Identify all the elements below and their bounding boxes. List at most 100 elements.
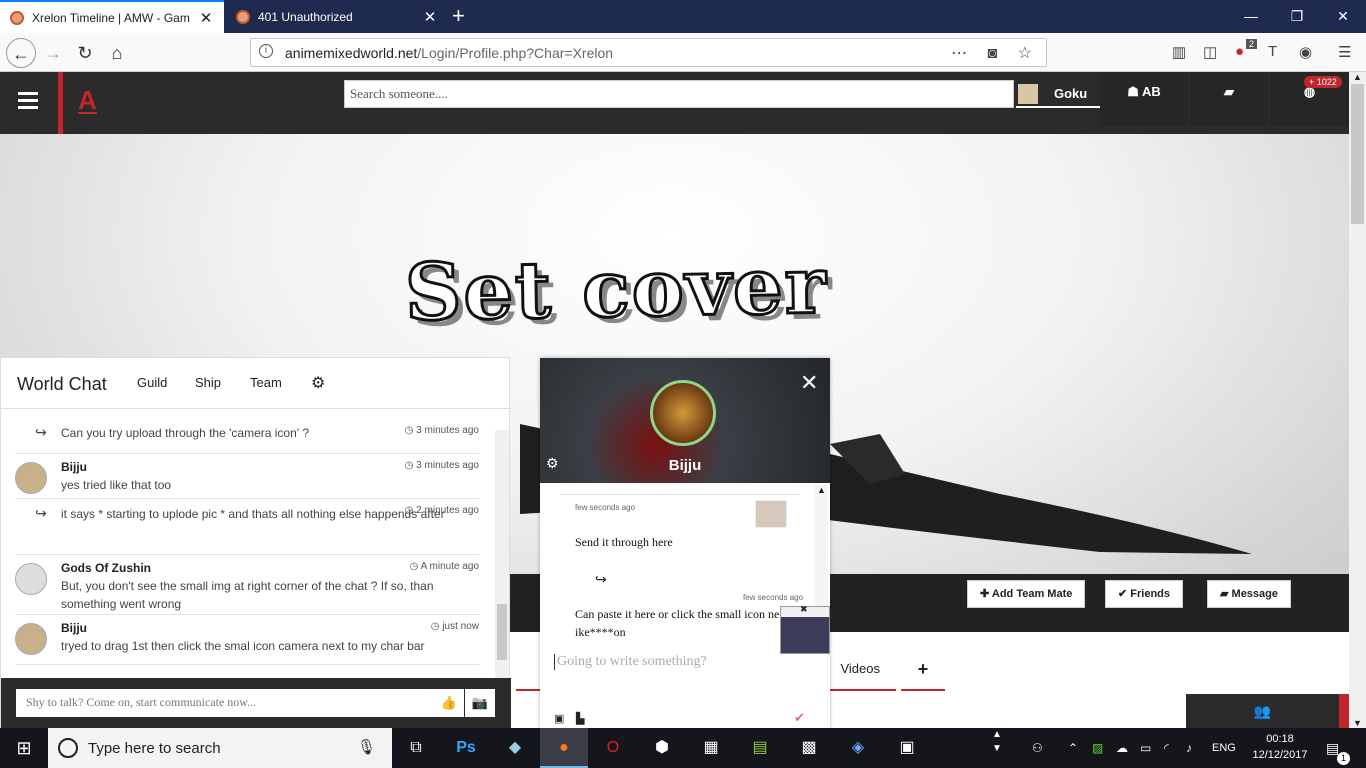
close-icon[interactable]: ✕ — [800, 370, 818, 396]
ab-button[interactable]: ☗ AB — [1100, 72, 1188, 126]
adblock-icon[interactable]: ● — [1235, 43, 1244, 60]
sender-name[interactable]: Gods Of Zushin — [61, 561, 151, 575]
send-check-icon[interactable]: ✔ — [794, 710, 805, 726]
close-tab-icon[interactable]: ✕ — [422, 8, 438, 26]
thumbs-up-icon[interactable]: 👍 — [434, 689, 464, 717]
wifi-icon[interactable]: ◜ — [1164, 728, 1169, 768]
attached-image-thumbnail[interactable]: ✖ — [780, 604, 830, 654]
avatar[interactable] — [15, 462, 47, 494]
browser-nav-bar: ← → ↻ ⌂ i animemixedworld.net/Login/Prof… — [0, 33, 1366, 72]
site-logo[interactable]: A — [78, 87, 97, 114]
scroll-up-icon[interactable]: ▲ — [1353, 72, 1362, 82]
user-search-input[interactable]: Search someone.... — [344, 80, 1014, 108]
users-icon: 👥 — [1253, 703, 1272, 719]
current-user-chip[interactable]: Goku — [1016, 80, 1100, 108]
avatar[interactable] — [15, 623, 47, 655]
app-icon[interactable]: ◆ — [491, 728, 539, 768]
close-icon[interactable]: ✖ — [800, 604, 808, 615]
calculator-icon[interactable]: ▩ — [785, 728, 833, 768]
photoshop-icon[interactable]: Ps — [442, 728, 490, 768]
chat-message-input[interactable]: Shy to talk? Come on, start communicate … — [16, 689, 436, 717]
friends-button[interactable]: ✔ Friends — [1105, 580, 1184, 608]
library-icon[interactable]: ▥ — [1172, 43, 1186, 61]
hamburger-menu-icon[interactable] — [18, 92, 38, 110]
show-hidden-icons-chevron-icon[interactable]: ⌃ — [1068, 728, 1078, 768]
reload-button[interactable]: ↻ — [70, 38, 100, 68]
back-button[interactable]: ← — [6, 38, 36, 68]
taskbar-search-box[interactable]: Type here to search 🎙 — [48, 728, 392, 768]
battery-icon[interactable]: ▭ — [1140, 728, 1151, 768]
user-name: Goku — [1054, 86, 1088, 101]
site-info-icon[interactable]: i — [259, 44, 273, 58]
scroll-up-icon[interactable]: ▲ — [817, 485, 826, 495]
popup-composer-actions: ▣ ▙ ✔ — [540, 710, 830, 728]
set-cover-title[interactable]: Set cover — [403, 239, 830, 340]
popup-message-input[interactable]: Going to write something? — [554, 654, 707, 670]
page-scrollbar[interactable]: ▲ ▼ — [1349, 72, 1366, 728]
people-icon[interactable]: ⚇ — [1032, 728, 1043, 768]
avatar[interactable] — [650, 380, 716, 446]
tab-guild[interactable]: Guild — [137, 375, 167, 390]
reply-arrow-icon: ↪ — [35, 424, 47, 440]
thumbs-up-icon[interactable]: ▙ — [576, 712, 584, 725]
language-indicator[interactable]: ENG — [1212, 728, 1236, 768]
messages-button[interactable]: ▰ — [1190, 72, 1268, 126]
taskbar-overflow-arrows[interactable]: ▲ ▼ — [992, 728, 1002, 768]
menu-icon[interactable]: ☰ — [1338, 43, 1351, 61]
chat-message-list: ↪ Can you try upload through the 'camera… — [1, 420, 495, 678]
chat-scrollbar[interactable] — [495, 430, 509, 678]
avatar[interactable] — [15, 563, 47, 595]
system-clock[interactable]: 00:18 12/12/2017 — [1250, 731, 1310, 763]
app-icon[interactable]: ▣ — [883, 728, 931, 768]
close-window-button[interactable]: ✕ — [1320, 0, 1366, 33]
page-actions[interactable]: ⋯ ◙ ☆ — [951, 43, 1040, 63]
scrollbar-thumb[interactable] — [1351, 84, 1364, 224]
app-icon[interactable]: ▤ — [736, 728, 784, 768]
close-tab-icon[interactable]: ✕ — [198, 9, 214, 27]
message-time: ◷ A minute ago — [409, 561, 479, 572]
scroll-down-icon[interactable]: ▼ — [1353, 718, 1362, 728]
firefox-icon[interactable]: ● — [540, 728, 588, 768]
tab-team[interactable]: Team — [250, 375, 282, 390]
add-tab-button[interactable]: + — [901, 647, 945, 691]
browser-tab-401-unauthorized[interactable]: 401 Unauthorized ✕ — [226, 0, 448, 33]
message-button[interactable]: ▰ Message — [1207, 580, 1292, 608]
chat-settings-gear-icon[interactable]: ⚙ — [311, 373, 325, 393]
sender-name[interactable]: Bijju — [61, 460, 87, 474]
app-icon[interactable]: ⬢ — [638, 728, 686, 768]
task-view-icon[interactable]: ⧉ — [392, 728, 440, 768]
volume-icon[interactable]: ♪ — [1186, 728, 1192, 768]
world-chat-panel: World Chat Guild Ship Team ⚙ ↪ Can you t… — [0, 357, 511, 729]
scrollbar-thumb[interactable] — [497, 604, 507, 660]
online-users-button[interactable]: 👥 — [1186, 694, 1349, 728]
popup-user-name[interactable]: Bijju — [540, 457, 830, 474]
reply-arrow-icon: ↪ — [595, 571, 607, 587]
sender-thumbnail[interactable] — [755, 500, 787, 528]
microphone-icon[interactable]: 🎙 — [357, 738, 376, 756]
app-icon[interactable]: ◈ — [834, 728, 882, 768]
text-tool-icon[interactable]: T — [1268, 43, 1277, 60]
sidebar-icon[interactable]: ◫ — [1203, 43, 1217, 61]
windows-start-icon[interactable]: ⊞ — [0, 728, 48, 768]
extension-icon[interactable]: ◉ — [1299, 43, 1312, 61]
chat-title: World Chat — [17, 374, 107, 394]
forward-button[interactable]: → — [38, 38, 68, 68]
tab-ship[interactable]: Ship — [195, 375, 221, 390]
sender-name[interactable]: Bijju — [61, 621, 87, 635]
image-icon[interactable]: ▣ — [554, 712, 564, 725]
browser-tab-xrelon-timeline[interactable]: Xrelon Timeline | AMW - Game ✕ — [0, 0, 224, 33]
new-tab-button[interactable]: + — [452, 3, 465, 29]
opera-icon[interactable]: O — [589, 728, 637, 768]
onedrive-icon[interactable]: ☁ — [1116, 728, 1128, 768]
tab-title: 401 Unauthorized — [258, 9, 353, 24]
add-team-mate-button[interactable]: ✚ Add Team Mate — [967, 580, 1086, 608]
app-icon[interactable]: ▦ — [687, 728, 735, 768]
avatar — [1018, 84, 1038, 104]
minimize-window-button[interactable]: — — [1228, 0, 1274, 33]
url-bar[interactable]: i animemixedworld.net/Login/Profile.php?… — [250, 38, 1047, 67]
tray-app-icon[interactable]: ▨ — [1092, 728, 1103, 768]
home-button[interactable]: ⌂ — [102, 38, 132, 68]
camera-icon[interactable]: 📷 — [465, 689, 495, 717]
gear-icon[interactable]: ⚙ — [546, 455, 559, 472]
restore-window-button[interactable]: ❐ — [1274, 0, 1320, 33]
